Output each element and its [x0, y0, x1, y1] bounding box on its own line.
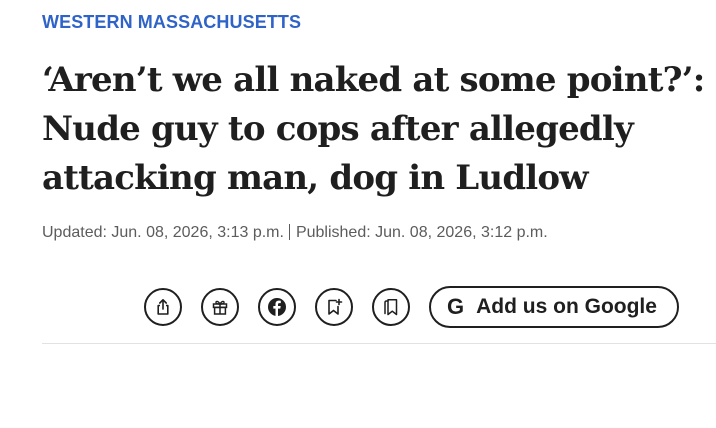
facebook-icon [268, 298, 286, 316]
timestamp-separator [288, 224, 290, 240]
saved-bookmarks-icon [384, 299, 398, 316]
section-link[interactable]: WESTERN MASSACHUSETTS [42, 12, 301, 33]
gift-button[interactable] [201, 288, 239, 326]
timestamps: Updated: Jun. 08, 2026, 3:13 p.m. Publish… [42, 224, 548, 242]
updated-timestamp: Updated: Jun. 08, 2026, 3:13 p.m. [42, 224, 284, 241]
google-icon: G [447, 294, 465, 319]
article-header: WESTERN MASSACHUSETTS ‘Aren’t we all nak… [42, 0, 716, 428]
bookmark-add-button[interactable] [315, 288, 353, 326]
share-toolbar: G Add us on Google [144, 286, 679, 328]
facebook-share-button[interactable] [258, 288, 296, 326]
share-button[interactable] [144, 288, 182, 326]
headline: ‘Aren’t we all naked at some point?’: Nu… [42, 60, 705, 198]
bookmark-add-icon [328, 298, 343, 315]
add-us-on-google-button[interactable]: G Add us on Google [429, 286, 679, 328]
published-timestamp: Published: Jun. 08, 2026, 3:12 p.m. [295, 224, 548, 241]
add-us-on-google-label: Add us on Google [476, 295, 657, 318]
share-icon [157, 299, 169, 315]
divider [42, 343, 716, 344]
gift-icon [212, 300, 228, 315]
saved-bookmarks-button[interactable] [372, 288, 410, 326]
